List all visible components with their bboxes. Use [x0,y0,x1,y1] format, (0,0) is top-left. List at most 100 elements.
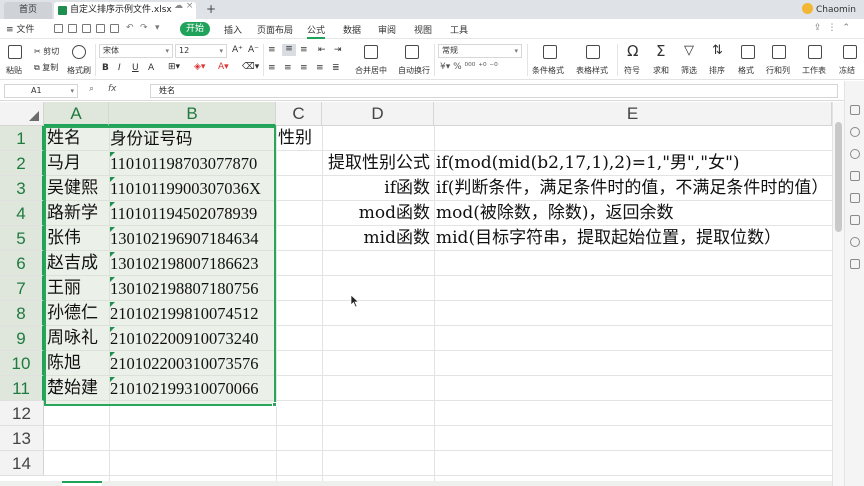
formula-input[interactable]: 姓名 [150,84,838,98]
cell-b5[interactable]: 130102196907184634 [110,226,259,251]
wrap-text-button[interactable]: 自动换行 [398,65,430,76]
row-header-12[interactable]: 12 [0,401,44,426]
menu-start[interactable]: 开始 [180,22,210,36]
cell-e3[interactable]: if(判断条件，满足条件时的值，不满足条件时的值） [436,176,828,201]
cell-d3[interactable]: if函数 [322,176,432,201]
distribute-icon[interactable]: ≣ [332,63,340,73]
undo-icon[interactable]: ↶ [126,23,134,33]
rows-cols-icon[interactable] [772,45,786,59]
cut-button[interactable]: ✂ 剪切 [34,46,59,57]
cell-a6[interactable]: 赵吉成 [47,251,98,276]
cell-e5[interactable]: mid(目标字符串，提取起始位置，提取位数） [436,226,781,251]
fx-button[interactable]: fx [108,84,117,94]
menu-tools[interactable]: 工具 [450,23,468,36]
cell-e2[interactable]: if(mod(mid(b2,17,1),2)=1,"男","女") [436,151,740,176]
cell-b10[interactable]: 210102200310073576 [110,351,259,376]
row-header-13[interactable]: 13 [0,426,44,451]
side-icon-style[interactable] [850,127,860,137]
font-color-icon[interactable]: A▾ [218,62,229,72]
align-bottom-icon[interactable]: ≡ [300,45,308,55]
cell-b7[interactable]: 130102198807180756 [110,276,259,301]
user-account[interactable]: Chaomin [802,3,856,17]
cell-a7[interactable]: 王丽 [47,276,81,301]
align-middle-icon[interactable]: ≡ [282,44,296,56]
column-header-d[interactable]: D [322,102,434,126]
cell-b8[interactable]: 210102199810074512 [110,301,259,326]
menu-insert[interactable]: 插入 [224,23,242,36]
cell-b3[interactable]: 11010119900307036X [110,176,261,201]
side-icon-property[interactable] [850,215,860,225]
format-painter-button[interactable]: 格式刷 [67,65,91,76]
align-left-icon[interactable]: ≡ [268,63,276,73]
share-icons[interactable]: ⇪⋮⌃ [814,23,856,33]
home-tab[interactable]: 首页 [4,2,52,19]
open-icon[interactable] [54,24,63,33]
export-icon[interactable] [110,24,119,33]
sort-button[interactable]: 排序 [709,65,725,76]
row-header-7[interactable]: 7 [0,276,44,301]
freeze-button[interactable]: 冻结 [839,65,855,76]
cell-b9[interactable]: 210102200910073240 [110,326,259,351]
justify-icon[interactable]: ≡ [316,63,324,73]
table-style-icon[interactable] [586,45,600,59]
align-right-icon[interactable]: ≡ [300,63,308,73]
cell-a2[interactable]: 马月 [47,151,81,176]
row-header-5[interactable]: 5 [0,226,44,251]
align-top-icon[interactable]: ≡ [268,45,276,55]
indent-increase-icon[interactable]: ⇥ [334,45,342,55]
row-header-2[interactable]: 2 [0,151,44,176]
row-header-14[interactable]: 14 [0,451,44,476]
scrollbar-thumb[interactable] [835,122,842,232]
customize-icon[interactable]: ▾ [155,23,160,33]
number-format-select[interactable]: 常规 ▾ [438,44,522,58]
menu-formula[interactable]: 公式 [307,23,326,39]
border-icon[interactable]: ⊞▾ [168,62,180,72]
column-header-c[interactable]: C [276,102,322,126]
cell-a11[interactable]: 楚始建 [47,376,98,401]
merge-center-button[interactable]: 合并居中 [355,65,387,76]
select-all-corner[interactable] [0,102,44,126]
cell-d5[interactable]: mid函数 [322,226,432,251]
column-header-e[interactable]: E [434,102,832,126]
wrap-text-icon[interactable] [405,45,419,59]
cell-a3[interactable]: 吴健熙 [47,176,98,201]
merge-center-icon[interactable] [364,45,378,59]
worksheet-icon[interactable] [808,45,822,59]
fill-handle[interactable] [272,402,277,407]
row-header-1[interactable]: 1 [0,126,44,151]
symbol-button[interactable]: 符号 [624,65,640,76]
row-header-4[interactable]: 4 [0,201,44,226]
side-icon-location[interactable] [850,149,860,159]
row-header-9[interactable]: 9 [0,326,44,351]
menu-file[interactable]: ≡ 文件 [6,22,34,35]
cell-d4[interactable]: mod函数 [322,201,432,226]
save-icon[interactable] [68,24,77,33]
cell-b6[interactable]: 130102198007186623 [110,251,259,276]
format-icon[interactable] [741,45,755,59]
cell-a8[interactable]: 孙德仁 [47,301,98,326]
copy-button[interactable]: ⧉ 复制 [34,62,58,73]
underline-icon[interactable]: U [132,63,139,73]
fill-color-icon[interactable]: ◈▾ [194,62,205,72]
cell-b1[interactable]: 身份证号码 [110,126,193,151]
bold-icon[interactable]: B [102,63,109,73]
cell-b4[interactable]: 110101194502078939 [110,201,257,226]
row-header-3[interactable]: 3 [0,176,44,201]
name-box[interactable]: A1 ▾ [4,84,78,98]
paste-button[interactable]: 粘贴 [6,65,22,76]
freeze-icon[interactable] [843,45,857,59]
cell-b11[interactable]: 210102199310070066 [110,376,259,401]
sheet-tab[interactable] [62,481,102,486]
column-header-b[interactable]: B [109,102,276,126]
align-center-icon[interactable]: ≡ [284,63,292,73]
print-icon[interactable] [82,24,91,33]
table-style-button[interactable]: 表格样式 [576,65,608,76]
rows-cols-button[interactable]: 行和列 [766,65,790,76]
filter-icon[interactable]: ▽ [684,43,694,58]
cell-a4[interactable]: 路新学 [47,201,98,226]
row-header-10[interactable]: 10 [0,351,44,376]
zoom-icon[interactable]: ⌕ [89,84,94,94]
cloud-sync-icon[interactable]: ☁ × [174,1,193,11]
increase-font-icon[interactable]: A⁺ [232,45,243,55]
new-tab-icon[interactable]: + [206,2,216,16]
